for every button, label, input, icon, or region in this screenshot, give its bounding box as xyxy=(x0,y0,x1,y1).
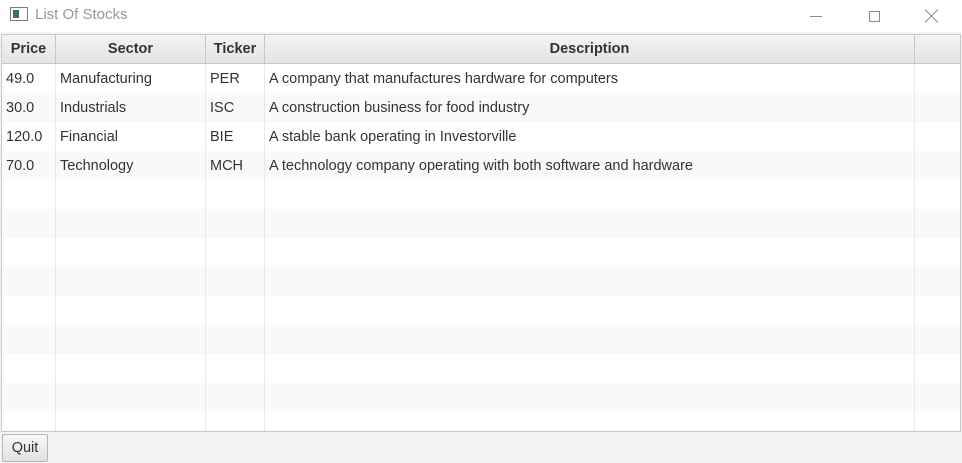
cell-sector: Technology xyxy=(56,151,206,180)
cell-price: 49.0 xyxy=(2,64,56,93)
cell-description: A company that manufactures hardware for… xyxy=(265,64,915,93)
column-header-ticker[interactable]: Ticker xyxy=(206,35,265,63)
cell-price: 120.0 xyxy=(2,122,56,151)
window-title: List Of Stocks xyxy=(35,6,128,23)
cell-description: A technology company operating with both… xyxy=(265,151,915,180)
cell-sector: Financial xyxy=(56,122,206,151)
cell-sector: Manufacturing xyxy=(56,64,206,93)
cell-filler xyxy=(915,93,960,122)
empty-row xyxy=(2,180,960,209)
table-header: Price Sector Ticker Description xyxy=(2,35,960,64)
empty-row xyxy=(2,412,960,431)
table-row[interactable]: 120.0 Financial BIE A stable bank operat… xyxy=(2,122,960,151)
cell-description: A stable bank operating in Investorville xyxy=(265,122,915,151)
empty-row xyxy=(2,325,960,354)
maximize-button[interactable] xyxy=(845,0,903,32)
column-header-price[interactable]: Price xyxy=(2,35,56,63)
column-header-filler xyxy=(915,35,960,63)
cell-ticker: BIE xyxy=(206,122,265,151)
table-row[interactable]: 49.0 Manufacturing PER A company that ma… xyxy=(2,64,960,93)
stocks-table[interactable]: Price Sector Ticker Description 49.0 Man… xyxy=(1,34,961,432)
close-icon xyxy=(925,9,939,23)
column-header-description[interactable]: Description xyxy=(265,35,915,63)
column-header-sector[interactable]: Sector xyxy=(56,35,206,63)
cell-filler xyxy=(915,151,960,180)
table-row[interactable]: 30.0 Industrials ISC A construction busi… xyxy=(2,93,960,122)
app-window-icon xyxy=(10,7,28,21)
empty-row xyxy=(2,267,960,296)
cell-price: 70.0 xyxy=(2,151,56,180)
minimize-button[interactable] xyxy=(787,0,845,32)
empty-row xyxy=(2,238,960,267)
close-button[interactable] xyxy=(903,0,961,32)
empty-row xyxy=(2,296,960,325)
cell-filler xyxy=(915,64,960,93)
cell-ticker: MCH xyxy=(206,151,265,180)
empty-row xyxy=(2,354,960,383)
cell-description: A construction business for food industr… xyxy=(265,93,915,122)
cell-ticker: PER xyxy=(206,64,265,93)
empty-row xyxy=(2,383,960,412)
minimize-icon xyxy=(810,15,822,17)
empty-row xyxy=(2,209,960,238)
quit-button[interactable]: Quit xyxy=(2,434,48,462)
cell-filler xyxy=(915,122,960,151)
table-row[interactable]: 70.0 Technology MCH A technology company… xyxy=(2,151,960,180)
cell-ticker: ISC xyxy=(206,93,265,122)
maximize-icon xyxy=(868,10,880,22)
title-bar: List Of Stocks xyxy=(0,0,962,32)
cell-price: 30.0 xyxy=(2,93,56,122)
cell-sector: Industrials xyxy=(56,93,206,122)
